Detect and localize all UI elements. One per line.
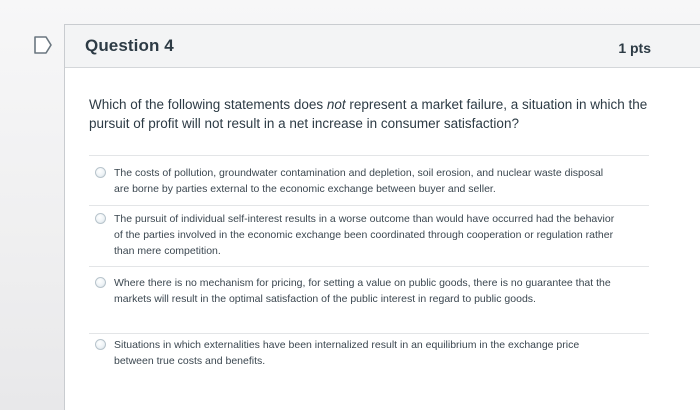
radio-button[interactable] bbox=[95, 339, 106, 350]
question-header: Question 4 1 pts bbox=[65, 25, 700, 68]
prompt-emphasis: not bbox=[326, 97, 346, 112]
answer-divider bbox=[89, 205, 649, 206]
prompt-text-start: Which of the following statements does bbox=[89, 97, 327, 112]
question-title: Question 4 bbox=[85, 36, 174, 55]
answer-option-1[interactable]: The costs of pollution, groundwater cont… bbox=[95, 165, 615, 197]
answer-divider bbox=[89, 266, 649, 267]
question-card: Question 4 1 pts Which of the following … bbox=[64, 24, 700, 410]
answer-option-2[interactable]: The pursuit of individual self-interest … bbox=[95, 211, 615, 259]
radio-button[interactable] bbox=[95, 277, 106, 288]
answer-label: Situations in which externalities have b… bbox=[114, 339, 580, 367]
answer-option-4[interactable]: Situations in which externalities have b… bbox=[95, 337, 615, 369]
radio-button[interactable] bbox=[95, 167, 106, 178]
answer-divider bbox=[89, 333, 649, 334]
flag-icon[interactable] bbox=[32, 35, 54, 55]
question-points: 1 pts bbox=[618, 40, 651, 56]
answer-option-3[interactable]: Where there is no mechanism for pricing,… bbox=[95, 275, 615, 307]
answer-label: Where there is no mechanism for pricing,… bbox=[114, 277, 611, 305]
radio-button[interactable] bbox=[95, 213, 106, 224]
answer-divider bbox=[89, 155, 649, 156]
answer-label: The costs of pollution, groundwater cont… bbox=[114, 167, 604, 195]
question-prompt: Which of the following statements does n… bbox=[89, 95, 649, 133]
quiz-screen: Question 4 1 pts Which of the following … bbox=[0, 0, 700, 410]
answer-label: The pursuit of individual self-interest … bbox=[114, 213, 615, 257]
